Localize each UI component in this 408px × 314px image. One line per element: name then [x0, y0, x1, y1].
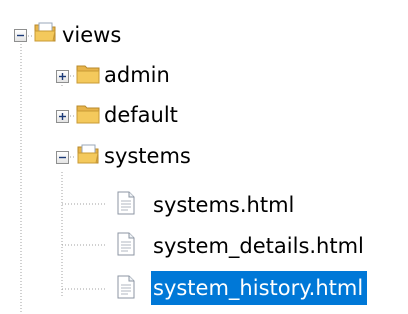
file-icon — [116, 275, 136, 303]
expand-toggle-icon[interactable] — [56, 110, 69, 123]
tree-node-label: admin — [104, 63, 170, 87]
folder-open-icon — [76, 142, 100, 170]
tree-node-label-selected: system_history.html — [151, 271, 368, 305]
file-icon — [116, 232, 136, 260]
collapse-toggle-icon[interactable] — [14, 29, 27, 42]
tree-node-default[interactable]: default — [0, 96, 230, 136]
tree-node-label: views — [62, 23, 122, 47]
tree-node-file[interactable]: system_details.html — [0, 225, 408, 265]
folder-icon — [76, 64, 100, 88]
tree-node-admin[interactable]: admin — [0, 56, 220, 96]
file-icon — [116, 191, 136, 219]
expand-toggle-icon[interactable] — [56, 70, 69, 83]
folder-tree: views admin default systems systems.html… — [0, 0, 408, 314]
tree-node-views[interactable]: views — [0, 16, 200, 56]
folder-icon — [76, 104, 100, 128]
tree-node-label: default — [104, 103, 178, 127]
tree-node-label: systems.html — [153, 193, 295, 217]
collapse-toggle-icon[interactable] — [56, 151, 69, 164]
tree-node-file-selected[interactable]: system_history.html — [0, 268, 408, 308]
tree-node-file[interactable]: systems.html — [0, 184, 340, 224]
tree-node-systems[interactable]: systems — [0, 137, 240, 177]
tree-node-label: systems — [104, 144, 191, 168]
folder-open-icon — [33, 20, 57, 48]
tree-node-label: system_details.html — [153, 234, 364, 258]
